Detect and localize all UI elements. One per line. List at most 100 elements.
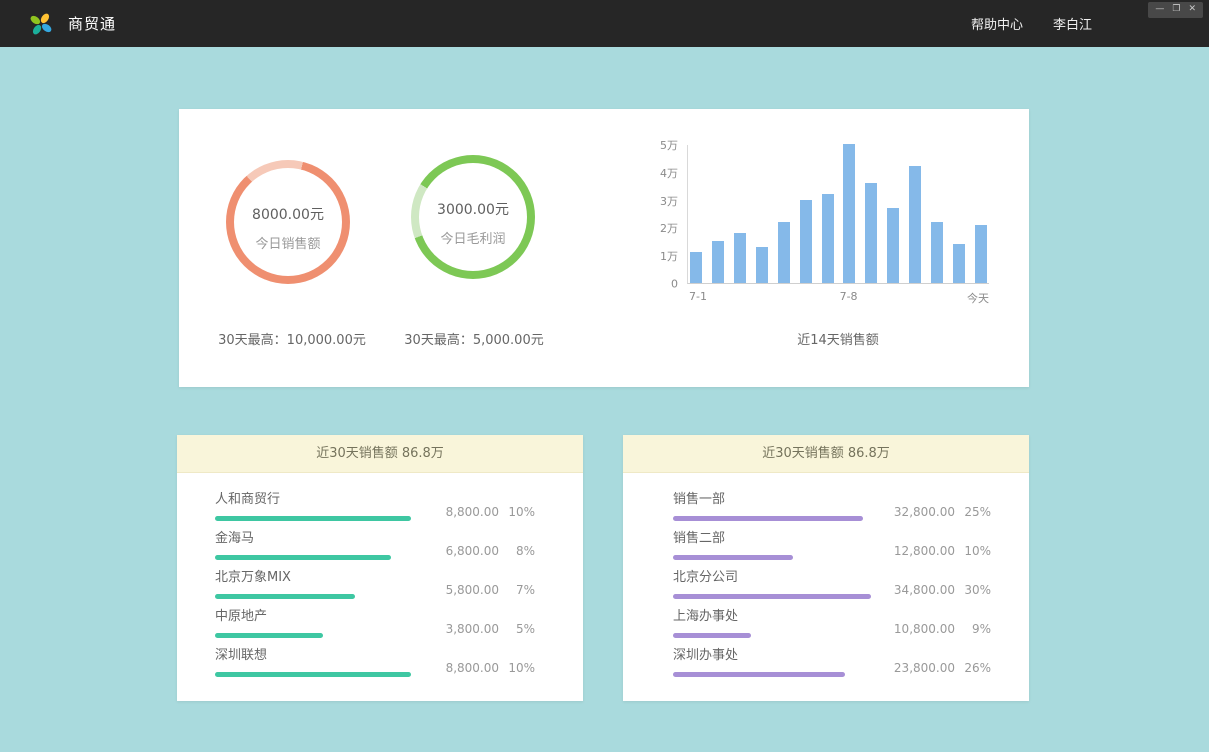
app-title: 商贸通: [68, 13, 116, 34]
rank-percent: 7%: [499, 583, 535, 597]
chart-bar: [887, 208, 899, 283]
rank-percent: 8%: [499, 544, 535, 558]
username-link[interactable]: 李白江: [1053, 14, 1092, 33]
chart-bar: [909, 166, 921, 283]
rank-value: 8,800.00: [433, 661, 499, 675]
rank-value: 5,800.00: [433, 583, 499, 597]
bar-chart-bars: [687, 145, 989, 284]
profit-gauge-text: 3000.00元 今日毛利润: [411, 199, 535, 247]
rank-row: 北京万象MIX 5,800.007%: [215, 569, 535, 599]
right-panel-rows: 销售一部 32,800.0025% 销售二部 12,800.0010% 北京分公司 34,…: [623, 473, 1029, 677]
rank-progress-bar: [673, 555, 793, 560]
rank-progress-bar: [215, 633, 323, 638]
rank-row: 中原地产 3,800.005%: [215, 608, 535, 638]
today-sales-value: 8000.00元: [226, 204, 350, 224]
rank-percent: 10%: [955, 544, 991, 558]
rank-percent: 26%: [955, 661, 991, 675]
rank-name: 中原地产: [215, 608, 415, 626]
rank-name: 人和商贸行: [215, 491, 415, 509]
today-sales-label: 今日销售额: [226, 233, 350, 252]
rank-name: 金海马: [215, 530, 415, 548]
sales-gauge-text: 8000.00元 今日销售额: [226, 204, 350, 252]
department-panel-header: 近30天销售额 86.8万: [623, 435, 1029, 473]
rank-name: 北京万象MIX: [215, 569, 415, 587]
rank-percent: 25%: [955, 505, 991, 519]
rank-progress-bar: [673, 594, 871, 599]
y-tick: 0: [671, 278, 678, 291]
rank-name: 北京分公司: [673, 569, 873, 587]
app-logo-pinwheel-icon: [28, 11, 54, 37]
chart-bar: [800, 200, 812, 283]
rank-value: 3,800.00: [433, 622, 499, 636]
y-tick: 3万: [660, 193, 678, 209]
chart-bar: [975, 225, 987, 283]
rank-row: 销售二部 12,800.0010%: [673, 530, 991, 560]
rank-value: 32,800.00: [889, 505, 955, 519]
department-sales-panel: 近30天销售额 86.8万 销售一部 32,800.0025% 销售二部 12,800…: [623, 435, 1029, 701]
chart-bar: [843, 144, 855, 283]
rank-progress-bar: [673, 633, 751, 638]
minimize-icon[interactable]: —: [1155, 3, 1164, 15]
today-profit-value: 3000.00元: [411, 199, 535, 219]
rank-row: 深圳联想 8,800.0010%: [215, 647, 535, 677]
today-profit-label: 今日毛利润: [411, 228, 535, 247]
rank-progress-bar: [215, 555, 391, 560]
rank-progress-bar: [673, 672, 845, 677]
maximize-icon[interactable]: ❐: [1172, 3, 1180, 15]
y-tick: 5万: [660, 137, 678, 153]
y-tick: 1万: [660, 248, 678, 264]
rank-value: 34,800.00: [889, 583, 955, 597]
x-tick: 7-1: [689, 290, 707, 303]
chart-bar: [756, 247, 768, 283]
rank-percent: 10%: [499, 505, 535, 519]
chart-bar: [712, 241, 724, 283]
bar-chart-x-axis: 7-1 7-8 今天: [687, 290, 989, 306]
rank-value: 6,800.00: [433, 544, 499, 558]
rank-progress-bar: [673, 516, 863, 521]
summary-card: 8000.00元 今日销售额 30天最高：10,000.00元 3000.00元…: [179, 109, 1029, 387]
left-panel-rows: 人和商贸行8,800.0010%金海马6,800.008%北京万象MIX5,80…: [177, 473, 583, 677]
rank-value: 10,800.00: [889, 622, 955, 636]
chart-bar: [778, 222, 790, 283]
y-tick: 4万: [660, 165, 678, 181]
rank-percent: 30%: [955, 583, 991, 597]
x-tick: 今天: [967, 290, 989, 306]
chart-bar: [734, 233, 746, 283]
titlebar: 商贸通 帮助中心 李白江 — ❐ ✕: [0, 0, 1209, 47]
chart-bar: [931, 222, 943, 283]
x-tick: 7-8: [840, 290, 858, 303]
rank-progress-bar: [215, 516, 411, 521]
rank-name: 销售一部: [673, 491, 873, 509]
rank-percent: 10%: [499, 661, 535, 675]
rank-row: 人和商贸行 8,800.0010%: [215, 491, 535, 521]
chart-bar: [865, 183, 877, 283]
rank-name: 上海办事处: [673, 608, 873, 626]
rank-row: 金海马 6,800.008%: [215, 530, 535, 560]
rank-name: 深圳联想: [215, 647, 415, 665]
help-center-link[interactable]: 帮助中心: [971, 14, 1023, 33]
rank-name: 深圳办事处: [673, 647, 873, 665]
bar-chart-title: 近14天销售额: [687, 329, 989, 348]
chart-bar: [822, 194, 834, 283]
profit-30day-max: 30天最高：5,000.00元: [359, 329, 589, 348]
rank-row: 上海办事处 10,800.009%: [673, 608, 991, 638]
rank-row: 北京分公司 34,800.0030%: [673, 569, 991, 599]
window-controls: — ❐ ✕: [1148, 2, 1203, 18]
rank-progress-bar: [215, 672, 411, 677]
close-icon[interactable]: ✕: [1188, 3, 1196, 15]
rank-row: 销售一部 32,800.0025%: [673, 491, 991, 521]
chart-bar: [953, 244, 965, 283]
rank-row: 深圳办事处 23,800.0026%: [673, 647, 991, 677]
rank-value: 8,800.00: [433, 505, 499, 519]
customer-panel-header: 近30天销售额 86.8万: [177, 435, 583, 473]
y-tick: 2万: [660, 220, 678, 236]
rank-name: 销售二部: [673, 530, 873, 548]
rank-value: 23,800.00: [889, 661, 955, 675]
chart-bar: [690, 252, 702, 283]
rank-percent: 9%: [955, 622, 991, 636]
rank-progress-bar: [215, 594, 355, 599]
rank-percent: 5%: [499, 622, 535, 636]
rank-value: 12,800.00: [889, 544, 955, 558]
bar-chart-y-axis: 5万 4万 3万 2万 1万 0: [628, 145, 678, 284]
customer-sales-panel: 近30天销售额 86.8万 人和商贸行8,800.0010%金海马6,800.0…: [177, 435, 583, 701]
